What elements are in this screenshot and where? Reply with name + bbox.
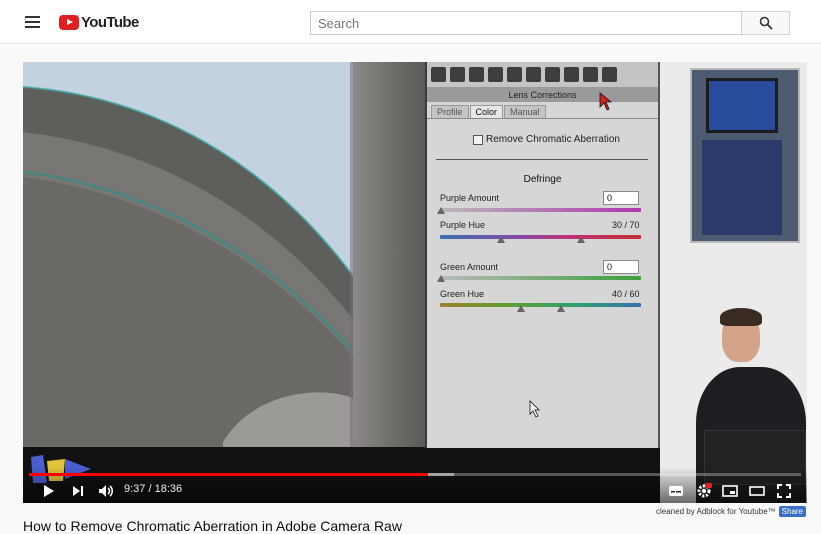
video-frame-photo xyxy=(23,62,426,447)
next-button[interactable] xyxy=(69,482,87,500)
top-bar: YouTube xyxy=(0,0,821,44)
green-amount-value[interactable]: 0 xyxy=(603,260,639,274)
purple-amount-track[interactable] xyxy=(440,208,641,212)
green-amount-label: Green Amount xyxy=(440,262,499,272)
remove-ca-row: Remove Chromatic Aberration xyxy=(473,134,620,145)
purple-hue-thumb-right[interactable] xyxy=(577,236,585,243)
tab-color[interactable]: Color xyxy=(469,105,504,118)
green-hue-value: 40 / 60 xyxy=(612,289,640,299)
presets-icon[interactable] xyxy=(583,67,598,82)
tab-manual[interactable]: Manual xyxy=(504,105,546,118)
remove-ca-label: Remove Chromatic Aberration xyxy=(486,134,620,145)
fullscreen-button[interactable] xyxy=(775,482,793,500)
camera-raw-panel: Lens Corrections Profile Color Manual Re… xyxy=(425,62,660,448)
red-cursor-icon xyxy=(599,92,613,111)
progress-bar[interactable] xyxy=(29,473,801,476)
acr-tabs: Profile Color Manual xyxy=(427,105,658,119)
split-tone-icon[interactable] xyxy=(507,67,522,82)
settings-button[interactable] xyxy=(695,482,713,500)
remove-ca-checkbox[interactable] xyxy=(473,134,483,145)
green-hue-track[interactable] xyxy=(440,303,641,307)
youtube-logo[interactable]: YouTube xyxy=(59,14,139,31)
purple-amount-label: Purple Amount xyxy=(440,193,500,203)
snapshots-icon[interactable] xyxy=(602,67,617,82)
tab-profile[interactable]: Profile xyxy=(431,105,469,118)
logo-text: YouTube xyxy=(81,14,139,31)
youtube-play-icon xyxy=(59,15,79,30)
basic-tool-icon[interactable] xyxy=(431,67,446,82)
panel-title: Lens Corrections xyxy=(427,88,658,102)
green-hue-label: Green Hue xyxy=(440,289,485,299)
search-input[interactable] xyxy=(311,12,741,34)
miniplayer-icon xyxy=(722,485,738,497)
volume-button[interactable] xyxy=(97,482,115,500)
purple-amount-thumb[interactable] xyxy=(437,207,445,214)
time-display: 9:37 / 18:36 xyxy=(124,483,183,495)
hsl-icon[interactable] xyxy=(488,67,503,82)
purple-hue-value: 30 / 70 xyxy=(612,220,640,230)
mouse-cursor-icon xyxy=(529,400,540,418)
progress-played xyxy=(29,473,429,476)
gear-icon xyxy=(697,483,712,498)
miniplayer-button[interactable] xyxy=(721,482,739,500)
green-amount-thumb[interactable] xyxy=(437,275,445,282)
purple-hue-label: Purple Hue xyxy=(440,220,486,230)
detail-icon[interactable] xyxy=(469,67,484,82)
play-icon xyxy=(44,485,54,497)
green-amount-track[interactable] xyxy=(440,276,641,280)
laptop-screen xyxy=(706,78,778,133)
share-button[interactable]: Share xyxy=(778,506,807,517)
subtitles-icon xyxy=(669,486,683,496)
adblock-text: cleaned by Adblock for Youtube™ xyxy=(656,507,776,516)
volume-icon xyxy=(99,485,113,497)
search-box xyxy=(310,11,741,35)
presenter-area xyxy=(660,62,807,503)
purple-hue-track[interactable] xyxy=(440,235,641,239)
purple-hue-thumb-left[interactable] xyxy=(497,236,505,243)
video-player[interactable]: Lens Corrections Profile Color Manual Re… xyxy=(23,62,807,503)
player-controls: 9:37 / 18:36 xyxy=(23,467,807,503)
acr-toolbar xyxy=(427,62,658,88)
defringe-label: Defringe xyxy=(523,174,562,185)
pillar xyxy=(353,62,426,447)
play-button[interactable] xyxy=(40,482,58,500)
adblock-note: cleaned by Adblock for Youtube™ Share xyxy=(656,506,807,517)
fullscreen-icon xyxy=(777,484,791,498)
tone-curve-icon[interactable] xyxy=(450,67,465,82)
menu-icon[interactable] xyxy=(25,16,40,28)
presenter-hair xyxy=(720,308,762,326)
search-button[interactable] xyxy=(741,11,790,35)
laptop-camera-inset xyxy=(690,68,800,243)
purple-amount-value[interactable]: 0 xyxy=(603,191,639,205)
video-title: How to Remove Chromatic Aberration in Ad… xyxy=(23,518,402,534)
subtitles-button[interactable] xyxy=(667,482,685,500)
next-icon xyxy=(73,486,83,496)
divider xyxy=(436,159,648,160)
theater-icon xyxy=(749,486,765,496)
theater-mode-button[interactable] xyxy=(748,482,766,500)
camera-calibration-icon[interactable] xyxy=(564,67,579,82)
lens-icon[interactable] xyxy=(526,67,541,82)
search-icon xyxy=(759,16,773,30)
green-hue-thumb-left[interactable] xyxy=(517,305,525,312)
fx-icon[interactable] xyxy=(545,67,560,82)
laptop-keyboard xyxy=(702,140,782,235)
green-hue-thumb-right[interactable] xyxy=(557,305,565,312)
